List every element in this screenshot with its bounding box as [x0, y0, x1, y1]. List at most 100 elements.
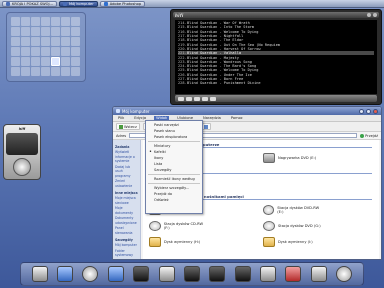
calendar-day[interactable] [41, 57, 50, 66]
calendar-day[interactable] [61, 67, 70, 76]
player-titlebar[interactable]: hifi [173, 12, 379, 18]
go-button[interactable]: Przejdź [360, 133, 378, 138]
menu-tools[interactable]: Narzędzia [201, 116, 223, 120]
calendar-day[interactable] [31, 47, 40, 56]
calendar-day[interactable] [41, 27, 50, 36]
taskbar-item-my-computer[interactable]: Mój komputer [58, 0, 98, 7]
menu-file[interactable]: Plik [116, 116, 126, 120]
close-icon[interactable] [373, 108, 378, 114]
minimize-icon[interactable] [359, 108, 364, 114]
taskbar: KRÓJA I POKAŻ SWOJ... Mój komputer Adobe… [0, 0, 384, 8]
calendar-day[interactable] [21, 47, 30, 56]
usb-icon[interactable] [260, 266, 277, 282]
calendar-day[interactable] [71, 57, 80, 66]
calendar-day[interactable] [21, 57, 30, 66]
place-link[interactable]: Moje dokumenty [115, 206, 138, 215]
back-button[interactable]: Wstecz [116, 123, 140, 130]
calendar-day[interactable] [21, 37, 30, 46]
taskbar-item-photoshop[interactable]: Adobe Photoshop [99, 0, 146, 7]
calendar-day[interactable] [41, 17, 50, 26]
calendar-day[interactable] [31, 57, 40, 66]
drive-dvd-writer[interactable]: Nagrywarka DVD (E:) [263, 152, 323, 164]
calendar-day[interactable] [31, 67, 40, 76]
calendar-day[interactable] [61, 47, 70, 56]
calendar-day[interactable] [11, 37, 20, 46]
task-link[interactable]: Zmień ustawienie [115, 179, 138, 188]
calendar-day[interactable] [11, 27, 20, 36]
view-menu-item[interactable]: Pasek eksploratora [146, 134, 202, 140]
view-menu-item[interactable]: Rozmieść ikony według [146, 176, 202, 182]
mail-icon[interactable] [107, 266, 124, 282]
minimize-icon[interactable] [367, 13, 371, 17]
playlist-item[interactable]: 228. Blind Guardian - Punishment Divine [178, 81, 374, 85]
clock-icon[interactable] [336, 266, 353, 282]
calendar-day-today[interactable] [51, 57, 60, 66]
trash-full-icon[interactable] [310, 266, 327, 282]
drive-cd-rw[interactable]: Stacja dysków CD-RW (F:) [149, 220, 209, 232]
calendar-day[interactable] [71, 17, 80, 26]
place-link[interactable]: Panel sterowania [115, 226, 138, 235]
calendar-day[interactable] [51, 17, 60, 26]
calendar-day[interactable] [51, 47, 60, 56]
calendar-day[interactable] [31, 17, 40, 26]
camera-icon[interactable] [234, 266, 251, 282]
calendar-day[interactable] [61, 57, 70, 66]
drive-h[interactable]: Dysk wymienny (H:) [149, 236, 209, 248]
calendar-day[interactable] [71, 37, 80, 46]
calendar-day[interactable] [61, 37, 70, 46]
maximize-icon[interactable] [366, 108, 371, 114]
terminal-icon[interactable] [209, 266, 226, 282]
calendar-day[interactable] [11, 47, 20, 56]
calendar-day[interactable] [21, 17, 30, 26]
calendar-day[interactable] [41, 67, 50, 76]
playlist[interactable]: 214. Blind Guardian - War Of Wrath 215. Bli… [175, 20, 377, 94]
prev-icon[interactable] [178, 96, 184, 101]
calendar-day[interactable] [61, 17, 70, 26]
finder-icon[interactable] [31, 266, 48, 282]
calendar-day[interactable] [41, 37, 50, 46]
phone-icon[interactable] [183, 266, 200, 282]
pause-icon[interactable] [194, 96, 200, 101]
play-icon[interactable] [186, 96, 192, 101]
view-menu-item[interactable]: Odśwież [146, 197, 202, 203]
itunes-icon[interactable] [133, 266, 150, 282]
calendar-day[interactable] [51, 67, 60, 76]
calendar-day[interactable] [51, 27, 60, 36]
trash-icon[interactable] [158, 266, 175, 282]
calendar-day[interactable] [21, 67, 30, 76]
calendar-widget[interactable] [6, 12, 86, 82]
menu-help[interactable]: Pomoc [229, 116, 245, 120]
calendar-day[interactable] [31, 27, 40, 36]
settings-icon[interactable] [285, 266, 302, 282]
drive-dvd-rw[interactable]: Stacja dysków DVD-RW (E:) [263, 204, 323, 216]
stop-icon[interactable] [202, 96, 208, 101]
taskbar-item-web[interactable]: KRÓJA I POKAŻ SWOJ... [2, 0, 57, 7]
calendar-day[interactable] [61, 27, 70, 36]
place-link[interactable]: Moje miejsca sieciowe [115, 196, 138, 205]
calendar-day[interactable] [71, 47, 80, 56]
calendar-day[interactable] [51, 37, 60, 46]
calendar-day[interactable] [11, 57, 20, 66]
next-icon[interactable] [210, 96, 216, 101]
drive-i[interactable]: Dysk wymienny (I:) [263, 236, 323, 248]
calendar-day[interactable] [71, 67, 80, 76]
volume-dial-icon[interactable] [13, 158, 31, 176]
close-icon[interactable] [373, 13, 377, 17]
calendar-day[interactable] [11, 17, 20, 26]
calendar-day[interactable] [71, 27, 80, 36]
drive-label: Dysk wymienny (I:) [278, 240, 313, 244]
place-link[interactable]: Dokumenty udostępnione [115, 216, 138, 225]
task-link[interactable]: Dodaj lub usuń programy [115, 165, 138, 179]
drive-dvd[interactable]: Stacja dysków DVD (G:) [263, 220, 323, 232]
media-player-window[interactable]: hifi 214. Blind Guardian - War Of Wrath 21… [170, 9, 382, 105]
calendar-day[interactable] [21, 27, 30, 36]
view-menu-item[interactable]: Szczegóły [146, 167, 202, 173]
calendar-day[interactable] [41, 47, 50, 56]
window-titlebar[interactable]: Mój komputer [113, 107, 381, 115]
calendar-day[interactable] [11, 67, 20, 76]
calendar-day[interactable] [31, 37, 40, 46]
mini-player-widget[interactable]: hifi [3, 124, 41, 180]
task-link[interactable]: Wyświetl informacje o systemie [115, 150, 138, 164]
globe-icon[interactable] [82, 266, 99, 282]
folder-icon[interactable] [57, 266, 74, 282]
